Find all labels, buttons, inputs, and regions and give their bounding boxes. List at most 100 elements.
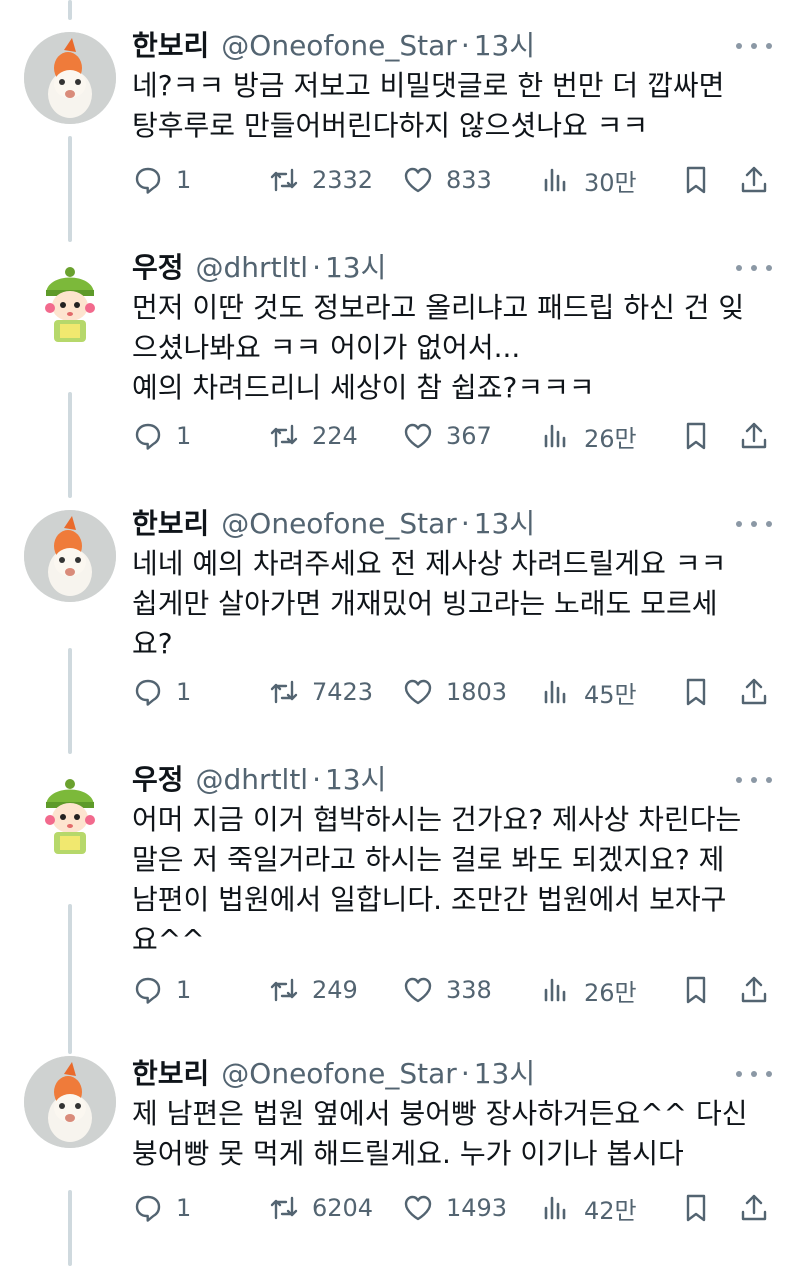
reply-icon: [135, 679, 161, 706]
views-button[interactable]: 26만: [540, 416, 637, 456]
tweet-header: 한보리 @Oneofone_Star · 13시: [132, 26, 535, 66]
reply-count: 1: [176, 1194, 192, 1222]
views-button[interactable]: 26만: [540, 970, 637, 1010]
share-button[interactable]: [738, 160, 770, 200]
timestamp[interactable]: 13시: [474, 504, 535, 544]
share-button[interactable]: [738, 1188, 770, 1228]
timestamp[interactable]: 13시: [325, 760, 386, 800]
heart-icon: [404, 423, 432, 449]
heart-icon: [404, 167, 432, 193]
action-bar: 1 2332 833 30만: [132, 160, 772, 200]
author-name[interactable]: 한보리: [132, 504, 209, 544]
more-options-icon[interactable]: [736, 38, 772, 54]
action-bar: 1 224 367 26만: [132, 416, 772, 456]
author-handle[interactable]: @Oneofone_Star: [221, 26, 457, 66]
author-handle[interactable]: @dhrtltl: [196, 760, 309, 800]
author-handle[interactable]: @Oneofone_Star: [221, 504, 457, 544]
author-name[interactable]: 한보리: [132, 26, 209, 66]
retweet-button[interactable]: 2332: [268, 160, 373, 200]
share-button[interactable]: [738, 672, 770, 712]
views-icon: [544, 978, 566, 1002]
retweet-button[interactable]: 224: [268, 416, 358, 456]
author-name[interactable]: 우정: [132, 760, 184, 800]
tweet[interactable]: 우정 @dhrtltl · 13시 어머 지금 이거 협박하시는 건가요? 제사…: [0, 734, 800, 1034]
goldfish-avatar-image: [24, 1056, 116, 1148]
bookmark-icon: [686, 422, 706, 450]
bookmark-button[interactable]: [680, 672, 712, 712]
avatar[interactable]: [24, 254, 116, 346]
views-count: 26만: [584, 978, 637, 1007]
more-options-icon[interactable]: [736, 260, 772, 276]
more-options-icon[interactable]: [736, 1066, 772, 1082]
reply-button[interactable]: 1: [132, 672, 191, 712]
separator: ·: [312, 251, 321, 284]
tweet-header: 우정 @dhrtltl · 13시: [132, 248, 386, 288]
avatar[interactable]: [24, 1056, 116, 1148]
tweet[interactable]: 우정 @dhrtltl · 13시 먼저 이딴 것도 정보라고 올리냐고 패드립…: [0, 222, 800, 478]
views-button[interactable]: 30만: [540, 160, 637, 200]
reply-button[interactable]: 1: [132, 1188, 191, 1228]
views-icon: [544, 680, 566, 704]
share-icon: [741, 678, 767, 705]
heart-icon: [404, 977, 432, 1003]
timestamp[interactable]: 13시: [325, 248, 386, 288]
cartoon-girl-avatar-image: [24, 766, 116, 858]
action-bar: 1 6204 1493 42만: [132, 1188, 772, 1228]
author-name[interactable]: 우정: [132, 248, 184, 288]
views-button[interactable]: 42만: [540, 1188, 637, 1228]
tweet-text: 제 남편은 법원 옆에서 붕어빵 장사하거든요^^ 다신 붕어빵 못 먹게 해드…: [132, 1097, 748, 1170]
reply-count: 1: [176, 166, 192, 194]
retweet-icon: [270, 1196, 298, 1220]
tweet[interactable]: 한보리 @Oneofone_Star · 13시 네네 예의 차려주세요 전 제…: [0, 478, 800, 734]
like-button[interactable]: 338: [402, 970, 492, 1010]
tweet-text: 네네 예의 차려주세요 전 제사상 차려드릴게요 ㅋㅋ 쉽게만 살아가면 개재밌…: [132, 547, 727, 660]
like-count: 833: [446, 166, 492, 194]
timestamp[interactable]: 13시: [474, 1054, 535, 1094]
bookmark-button[interactable]: [680, 160, 712, 200]
like-button[interactable]: 367: [402, 416, 492, 456]
tweet[interactable]: 한보리 @Oneofone_Star · 13시 제 남편은 법원 옆에서 붕어…: [0, 1034, 800, 1266]
views-button[interactable]: 45만: [540, 672, 637, 712]
reply-button[interactable]: 1: [132, 416, 191, 456]
like-button[interactable]: 1803: [402, 672, 507, 712]
retweet-button[interactable]: 249: [268, 970, 358, 1010]
timestamp[interactable]: 13시: [474, 26, 535, 66]
like-count: 338: [446, 976, 492, 1004]
heart-icon: [404, 679, 432, 705]
goldfish-avatar-image: [24, 32, 116, 124]
retweet-button[interactable]: 6204: [268, 1188, 373, 1228]
like-count: 1803: [446, 678, 508, 706]
retweet-count: 249: [312, 976, 358, 1004]
reply-button[interactable]: 1: [132, 970, 191, 1010]
retweet-button[interactable]: 7423: [268, 672, 373, 712]
like-button[interactable]: 1493: [402, 1188, 507, 1228]
avatar[interactable]: [24, 510, 116, 602]
bookmark-button[interactable]: [680, 970, 712, 1010]
more-options-icon[interactable]: [736, 516, 772, 532]
author-handle[interactable]: @Oneofone_Star: [221, 1054, 457, 1094]
reply-icon: [135, 167, 161, 194]
share-icon: [741, 166, 767, 193]
avatar[interactable]: [24, 766, 116, 858]
reply-count: 1: [176, 678, 192, 706]
share-icon: [741, 422, 767, 449]
like-button[interactable]: 833: [402, 160, 492, 200]
author-handle[interactable]: @dhrtltl: [196, 248, 309, 288]
retweet-count: 224: [312, 422, 358, 450]
bookmark-button[interactable]: [680, 416, 712, 456]
bookmark-button[interactable]: [680, 1188, 712, 1228]
views-icon: [544, 424, 566, 448]
tweet[interactable]: 한보리 @Oneofone_Star · 13시 네?ㅋㅋ 방금 저보고 비밀댓…: [0, 0, 800, 236]
share-icon: [741, 976, 767, 1003]
share-button[interactable]: [738, 416, 770, 456]
author-name[interactable]: 한보리: [132, 1054, 209, 1094]
retweet-icon: [270, 680, 298, 704]
share-icon: [741, 1194, 767, 1221]
more-options-icon[interactable]: [736, 772, 772, 788]
reply-button[interactable]: 1: [132, 160, 191, 200]
bookmark-icon: [686, 1194, 706, 1222]
bookmark-icon: [686, 678, 706, 706]
reply-icon: [135, 1195, 161, 1222]
avatar[interactable]: [24, 32, 116, 124]
share-button[interactable]: [738, 970, 770, 1010]
